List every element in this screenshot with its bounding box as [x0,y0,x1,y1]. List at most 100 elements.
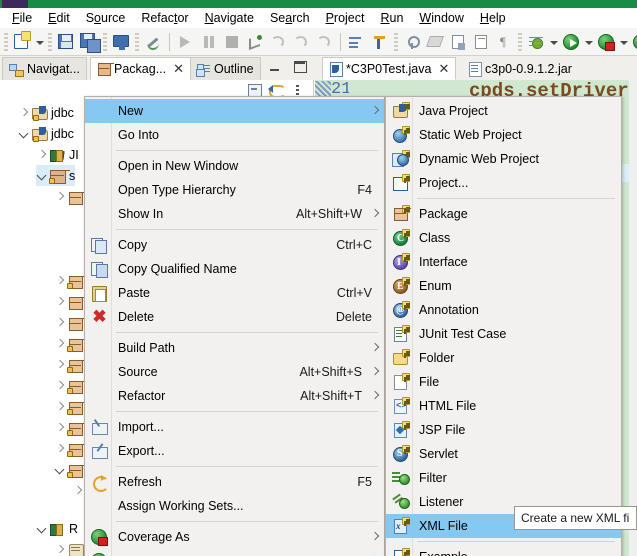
tree-item-package-5[interactable] [54,270,87,291]
context-menu-item-source[interactable]: Source Alt+Shift+S [85,360,384,384]
next-edit-icon[interactable] [447,31,469,53]
maximize-view-button[interactable] [293,60,307,74]
context-menu-item-export[interactable]: Export... [85,439,384,463]
external-tools-icon[interactable] [630,31,637,53]
tab-c3p0-jar[interactable]: c3p0-0.9.1.2.jar [462,57,579,80]
context-menu-item-open-type-hierarchy[interactable]: Open Type Hierarchy F4 [85,178,384,202]
context-menu-item-show-in[interactable]: Show In Alt+Shift+W [85,202,384,226]
tree-item-package-13[interactable] [54,438,87,459]
context-menu-item-delete[interactable]: ✖ Delete Delete [85,305,384,329]
menu-edit[interactable]: Edit [40,9,78,27]
menu-help[interactable]: Help [472,9,514,27]
twisty-icon[interactable] [72,485,84,497]
twisty-icon[interactable] [54,191,66,203]
menu-search[interactable]: Search [262,9,318,27]
context-menu-item-refresh[interactable]: Refresh F5 [85,470,384,494]
coverage-dropdown-icon[interactable] [618,31,629,53]
run-dropdown-icon[interactable] [583,31,594,53]
toolbar-drag-handle-5[interactable] [394,32,398,51]
tab-c3p0test-java[interactable]: *C3P0Test.java ✕ [322,57,457,80]
new-submenu-item-java-project[interactable]: Java Project [386,99,621,123]
new-submenu-item-file[interactable]: File [386,370,621,394]
twisty-icon[interactable] [54,296,66,308]
debug-dropdown-icon[interactable] [548,31,559,53]
tree-item-jdbc-2[interactable]: jdbc [18,123,74,144]
tab-package-explorer[interactable]: Packag... ✕ [90,57,192,80]
twisty-icon[interactable] [54,359,66,371]
twisty-icon[interactable] [54,380,66,392]
tab-outline[interactable]: Outline [190,57,261,80]
editor-vertical-scrollbar[interactable] [629,80,637,556]
print-icon[interactable] [110,31,132,53]
new-submenu-item-annotation[interactable]: @ Annotation [386,298,621,322]
save-icon[interactable] [55,31,77,53]
new-submenu-item-servlet[interactable]: S Servlet [386,442,621,466]
menu-navigate[interactable]: Navigate [197,9,262,27]
close-icon[interactable]: ✕ [173,61,184,77]
context-menu-item-paste[interactable]: Paste Ctrl+V [85,281,384,305]
menu-run[interactable]: Run [372,9,411,27]
toolbar-drag-handle-4[interactable] [135,32,139,51]
tab-navigator[interactable]: Navigat... [2,57,87,80]
new-submenu-item-example[interactable]: Example... [386,545,621,556]
new-submenu-item-interface[interactable]: I Interface [386,250,621,274]
context-menu-item-coverage-as[interactable]: Coverage As [85,525,384,549]
menu-source[interactable]: Source [78,9,134,27]
context-menu-item-open-in-new-window[interactable]: Open in New Window [85,154,384,178]
menu-file[interactable]: File [4,9,40,27]
toolbar-drag-handle-3[interactable] [103,32,107,51]
tree-item-package-6[interactable] [54,291,87,312]
context-menu-item-copy-qualified-name[interactable]: Copy Qualified Name [85,257,384,281]
twisty-icon[interactable] [54,464,66,476]
twisty-icon[interactable] [18,128,30,140]
context-menu-item-new[interactable]: New [85,99,384,123]
new-wizard-dropdown-icon[interactable] [34,31,45,53]
tree-item-package-10[interactable] [54,375,87,396]
twisty-icon[interactable] [36,149,48,161]
previous-edit-icon[interactable] [470,31,492,53]
new-submenu-item-static-web-project[interactable]: Static Web Project [386,123,621,147]
toggle-mark-occurrences-icon[interactable] [142,31,164,53]
menu-refactor[interactable]: Refactor [133,9,196,27]
twisty-icon[interactable] [54,338,66,350]
twisty-icon[interactable] [54,275,66,287]
new-submenu-item-junit-test-case[interactable]: JUnit Test Case [386,322,621,346]
menu-project[interactable]: Project [318,9,373,27]
twisty-icon[interactable] [54,443,66,455]
twisty-icon[interactable] [18,107,30,119]
context-menu-item-import[interactable]: Import... [85,415,384,439]
debug-icon[interactable] [525,31,547,53]
minimize-view-button[interactable] [268,61,282,74]
tree-item-package-7[interactable] [54,312,87,333]
new-submenu-item-filter[interactable]: Filter [386,466,621,490]
twisty-icon[interactable] [54,544,66,556]
twisty-icon[interactable] [36,170,48,182]
new-submenu-item-enum[interactable]: E Enum [386,274,621,298]
context-menu-item-build-path[interactable]: Build Path [85,336,384,360]
tree-item-package-9[interactable] [54,354,87,375]
toolbar-drag-handle-6[interactable] [518,32,522,51]
new-submenu-item-project[interactable]: Project... [386,171,621,195]
context-menu-item-refactor[interactable]: Refactor Alt+Shift+T [85,384,384,408]
new-submenu-item-class[interactable]: C Class [386,226,621,250]
new-submenu-item-html-file[interactable]: <> HTML File [386,394,621,418]
twisty-icon[interactable] [54,422,66,434]
tree-item-jar-1[interactable] [54,539,87,556]
context-menu-item-copy[interactable]: Copy Ctrl+C [85,233,384,257]
tree-item-package-14[interactable] [54,459,87,480]
run-icon[interactable] [560,31,582,53]
search-icon[interactable] [401,31,423,53]
menu-window[interactable]: Window [411,9,471,27]
new-submenu-item-package[interactable]: Package [386,202,621,226]
tree-item-jdbc-1[interactable]: jdbc [18,102,74,123]
save-all-icon[interactable] [78,31,101,53]
coverage-icon[interactable] [595,31,617,53]
twisty-icon[interactable] [36,523,48,535]
tree-item-jre-library[interactable]: JI [36,144,79,165]
toolbar-drag-handle-2[interactable] [48,32,52,51]
new-submenu-item-dynamic-web-project[interactable]: Dynamic Web Project [386,147,621,171]
tree-item-src-folder[interactable]: s [36,165,76,186]
tree-item-package-11[interactable] [54,396,87,417]
close-icon-editor[interactable]: ✕ [438,61,449,77]
toolbar-drag-handle[interactable] [4,32,8,51]
